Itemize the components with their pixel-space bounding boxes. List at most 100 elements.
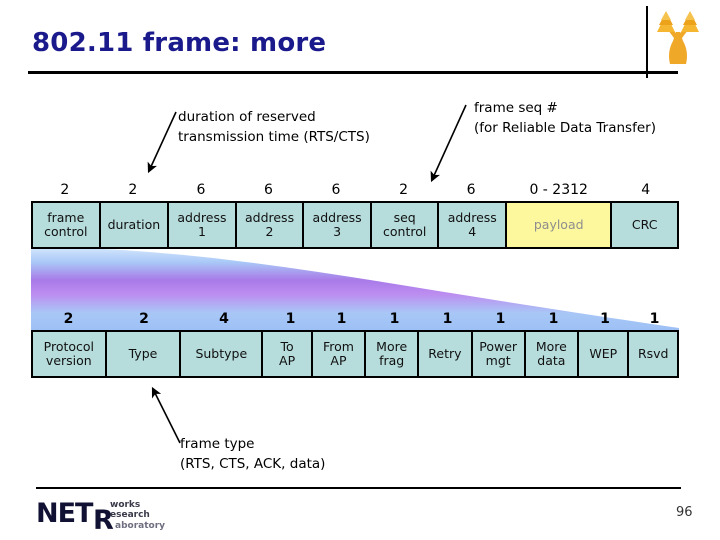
frame-control-cell-label: More (535, 338, 567, 354)
frame-main-cell-label: 3 (333, 224, 342, 239)
frame-control-cell: To AP (263, 332, 313, 376)
frame-control-cell-label: From (322, 338, 354, 354)
frame-main-cell-label: payload (533, 216, 584, 232)
frame-control-cell: Protocol version (33, 332, 107, 376)
frame-control-size-label: 1 (548, 311, 559, 327)
frame-control-size-label: 1 (389, 311, 400, 327)
frame-control-size-labels: 2 2 4 1 1 1 1 1 1 1 1 (31, 309, 679, 329)
frame-main-size-label: 6 (264, 182, 273, 198)
frame-main-cell-label: 1 (197, 224, 206, 239)
header-vertical-divider (646, 6, 648, 78)
frame-control-cell-label: Protocol (43, 338, 95, 354)
frame-main-cell: seq control (371, 203, 440, 247)
frame-control-cell-label: Rsvd (637, 345, 669, 361)
page-title: 802.11 frame: more (32, 28, 327, 58)
callout-frame-seq-line-2: (for Reliable Data Transfer) (474, 119, 656, 136)
callout-frame-type-line-1: frame type (180, 436, 255, 452)
logo-text-research: esearch (110, 510, 150, 520)
logo-text-laboratory: aboratory (115, 521, 166, 531)
header-divider (28, 71, 678, 74)
frame-control-cell: From AP (312, 332, 367, 376)
logo-text-works: works (110, 500, 141, 510)
frame-main-cell: address 2 (236, 203, 305, 247)
frame-control-cell: Retry (419, 332, 473, 376)
logo-text-net: NET (36, 498, 93, 529)
frame-control-cell: Rsvd (629, 332, 677, 376)
frame-control-size-label: 1 (600, 311, 610, 327)
frame-control-cell-label: frag (379, 353, 405, 368)
frame-control-cell-label: More (376, 338, 408, 354)
frame-control-cell-label: Type (128, 345, 158, 361)
frame-main-size-label: 2 (399, 182, 409, 198)
frame-control-cell-label: Subtype (195, 345, 248, 361)
frame-main-cell-label: address (244, 209, 295, 225)
frame-main-size-label: 6 (466, 182, 476, 198)
frame-control-size-label: 2 (139, 311, 149, 327)
frame-main-cell-label: address (312, 209, 362, 225)
frame-control-cell: WEP (579, 332, 630, 376)
frame-main-cell-label: control (44, 224, 88, 239)
frame-main-size-label: 4 (641, 182, 651, 198)
frame-control-size-label: 1 (649, 311, 660, 327)
frame-main-cell-label: CRC (631, 216, 658, 232)
callout-duration: duration of reserved transmission time (… (178, 108, 370, 147)
frame-main-cell-label: frame (47, 209, 85, 225)
frame-main-size-label: 0 - 2312 (529, 182, 588, 198)
arrow-duration (147, 111, 177, 174)
frame-main-cell-label: duration (107, 216, 161, 232)
frame-main-size-labels: 2 2 6 6 6 2 6 0 - 2312 4 (31, 180, 679, 200)
frame-main-cell: duration (100, 203, 170, 247)
frame-main-size-label: 6 (331, 182, 341, 198)
callout-frame-type: frame type (RTS, CTS, ACK, data) (180, 435, 325, 474)
page-number: 96 (676, 505, 693, 520)
frame-main-cell-label: 4 (468, 224, 477, 239)
frame-control-size-label: 1 (336, 311, 347, 327)
frame-control-cell-label: AP (279, 353, 296, 368)
slide-canvas: 802.11 frame: more duration of reserved … (0, 0, 720, 540)
frame-control-cell-label: AP (330, 353, 347, 368)
frame-main-row: frame control duration address 1 address 2 addr… (31, 201, 679, 249)
frame-main-cell-label: 2 (265, 224, 274, 239)
frame-control-size-label: 4 (219, 311, 229, 327)
frame-main-cell: address 1 (169, 203, 237, 247)
frame-main-cell-label: control (383, 224, 427, 239)
frame-main-cell-label: seq (393, 209, 416, 225)
tree-icon (657, 11, 699, 64)
frame-control-cell: More data (525, 332, 579, 376)
callout-frame-type-line-2: (RTS, CTS, ACK, data) (180, 455, 326, 472)
callout-duration-line-2: transmission time (RTS/CTS) (178, 128, 370, 145)
frame-control-size-label: 1 (285, 311, 296, 327)
frame-control-cell-label: Power (479, 338, 518, 354)
footer-divider (36, 487, 681, 489)
frame-main-cell-label: address (447, 209, 497, 225)
arrow-frame-type (151, 386, 181, 444)
frame-main-size-label: 2 (60, 182, 70, 198)
frame-control-cell: Subtype (181, 332, 264, 376)
callout-duration-line-1: duration of reserved (178, 109, 316, 125)
callout-frame-seq-line-1: frame seq # (474, 100, 558, 116)
frame-main-cell: address 3 (304, 203, 372, 247)
frame-control-cell: More frag (366, 332, 420, 376)
frame-control-cell-label: Retry (428, 345, 462, 361)
frame-control-cell-label: version (45, 353, 92, 368)
frame-control-cell: Type (106, 332, 182, 376)
netr-lab-logo: NET R works esearch aboratory (36, 496, 196, 536)
frame-control-cell-label: data (537, 353, 566, 368)
frame-main-cell: frame control (33, 203, 101, 247)
frame-main-cell-label: address (177, 209, 227, 225)
frame-control-row: Protocol version Type Subtype To AP From AP More… (31, 330, 679, 378)
frame-control-cell-label: To (280, 338, 294, 354)
frame-main-cell: CRC (612, 203, 677, 247)
frame-control-cell-label: WEP (589, 345, 618, 361)
frame-main-size-label: 6 (196, 182, 206, 198)
callout-frame-seq: frame seq # (for Reliable Data Transfer) (474, 99, 656, 138)
frame-control-cell-label: mgt (485, 353, 511, 368)
arrow-frame-seq (430, 104, 467, 183)
frame-main-cell: address 4 (439, 203, 508, 247)
frame-control-size-label: 1 (442, 311, 453, 327)
frame-control-cell: Power mgt (472, 332, 526, 376)
frame-control-size-label: 1 (495, 311, 506, 327)
frame-control-size-label: 2 (63, 311, 74, 327)
frame-main-size-label: 2 (128, 182, 138, 198)
frame-main-cell: payload (507, 203, 613, 247)
